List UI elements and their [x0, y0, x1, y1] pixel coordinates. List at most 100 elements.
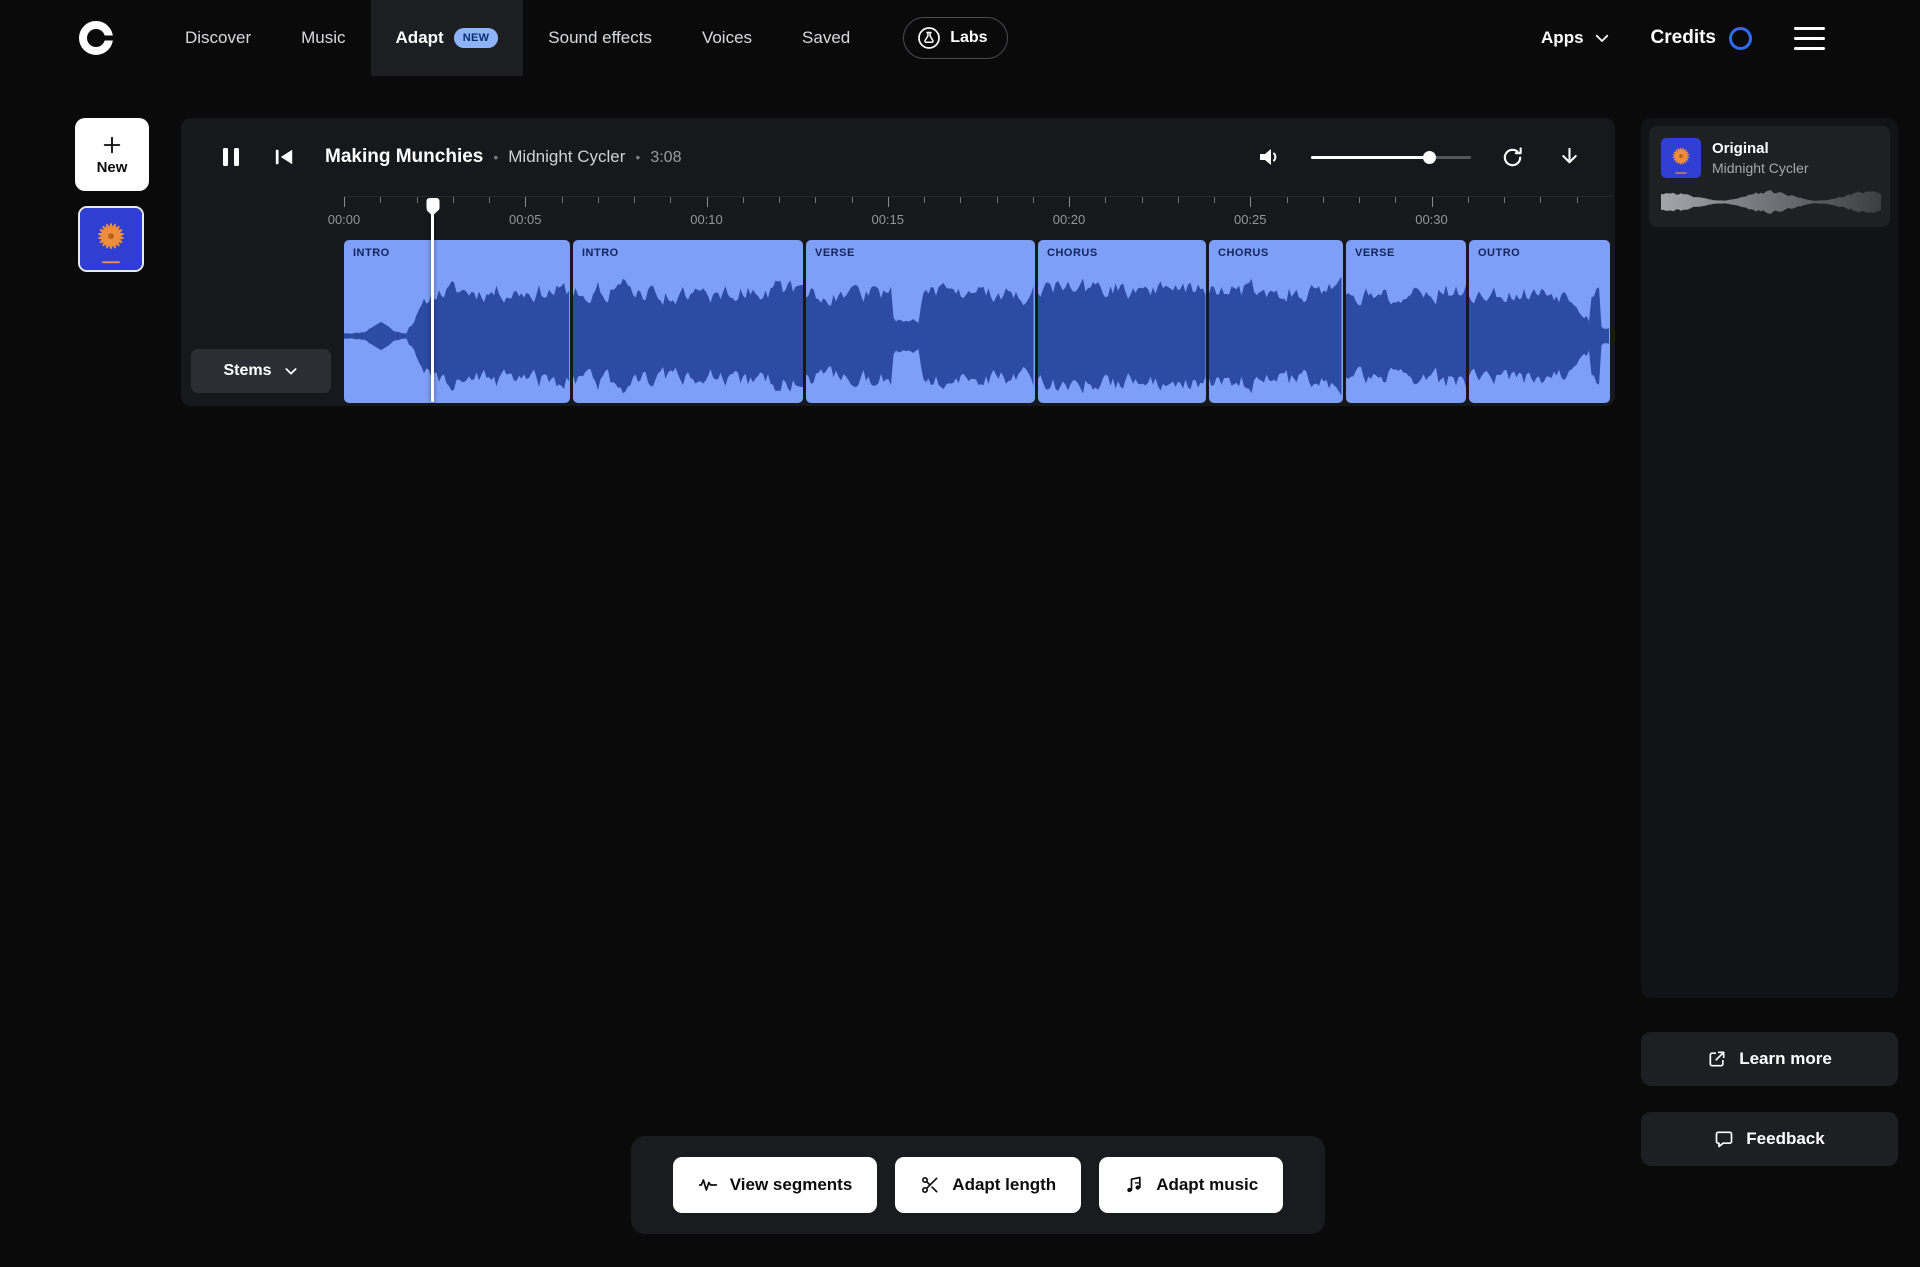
original-version-card[interactable]: Original Midnight Cycler — [1649, 126, 1890, 227]
segment-label: CHORUS — [1218, 247, 1269, 259]
ruler-tick — [453, 197, 454, 203]
timeline-ruler[interactable]: 00:0000:0500:1000:1500:2000:2500:30 — [344, 196, 1612, 240]
music-note-settings-icon — [1124, 1175, 1144, 1195]
volume-knob[interactable] — [1423, 151, 1436, 164]
track-title: Making Munchies — [325, 146, 483, 168]
nav-label: Saved — [802, 28, 850, 48]
adapt-music-label: Adapt music — [1156, 1175, 1258, 1195]
apps-button[interactable]: Apps — [1541, 28, 1611, 48]
nav-item-sound-effects[interactable]: Sound effects — [523, 0, 677, 76]
ruler-tick — [1504, 197, 1505, 203]
nav-item-saved[interactable]: Saved — [777, 0, 875, 76]
ruler-tick — [743, 197, 744, 203]
loop-icon — [1501, 146, 1524, 169]
volume-button[interactable] — [1253, 142, 1285, 172]
new-badge: NEW — [454, 28, 499, 48]
adapt-music-button[interactable]: Adapt music — [1099, 1157, 1283, 1213]
flask-icon — [917, 26, 941, 50]
segment-chorus[interactable]: CHORUS — [1209, 240, 1343, 403]
segment-chorus[interactable]: CHORUS — [1038, 240, 1206, 403]
learn-more-button[interactable]: Learn more — [1641, 1032, 1898, 1086]
skip-to-start-button[interactable] — [269, 143, 299, 171]
ruler-tick — [1178, 197, 1179, 203]
ruler-tick — [1395, 197, 1396, 203]
ruler-tick — [1142, 197, 1143, 203]
nav-item-adapt[interactable]: Adapt NEW — [371, 0, 524, 76]
ruler-tick — [1287, 197, 1288, 203]
ruler-tick — [779, 197, 780, 203]
project-thumbnail[interactable] — [78, 206, 144, 272]
segment-waveform — [573, 271, 803, 401]
now-playing: Making Munchies • Midnight Cycler • 3:08 — [325, 146, 681, 168]
new-project-button[interactable]: New — [75, 118, 149, 191]
ruler-tick — [1540, 197, 1541, 203]
credits-button[interactable]: Credits — [1651, 27, 1752, 50]
ruler-tick — [815, 197, 816, 203]
pause-icon — [221, 146, 241, 168]
download-icon — [1558, 146, 1581, 169]
nav-label: Discover — [185, 28, 251, 48]
ruler-tick-label: 00:20 — [1053, 212, 1086, 227]
adapt-length-button[interactable]: Adapt length — [895, 1157, 1081, 1213]
segment-waveform — [1469, 271, 1610, 401]
nav-label: Voices — [702, 28, 752, 48]
album-art — [80, 208, 142, 270]
chevron-down-icon — [1593, 29, 1611, 47]
segment-label: OUTRO — [1478, 247, 1520, 259]
labs-label: Labs — [950, 29, 987, 47]
nav-item-music[interactable]: Music — [276, 0, 370, 76]
ruler-tick — [489, 197, 490, 203]
credits-label: Credits — [1651, 27, 1716, 49]
stems-dropdown[interactable]: Stems — [191, 349, 331, 393]
waveform-segments: INTROINTROVERSECHORUSCHORUSVERSEOUTRO — [344, 240, 1610, 403]
ruler-tick — [960, 197, 961, 203]
new-label: New — [97, 159, 128, 176]
nav-label: Music — [301, 28, 345, 48]
original-thumbnail — [1661, 138, 1701, 178]
app-logo[interactable] — [78, 0, 114, 76]
track-subtitle: Midnight Cycler — [508, 147, 625, 167]
separator-dot: • — [635, 149, 640, 165]
nav-item-voices[interactable]: Voices — [677, 0, 777, 76]
segment-label: INTRO — [353, 247, 390, 259]
versions-panel: Original Midnight Cycler — [1641, 118, 1898, 998]
menu-button[interactable] — [1792, 21, 1827, 56]
feedback-button[interactable]: Feedback — [1641, 1112, 1898, 1166]
ruler-tick — [562, 197, 563, 203]
skip-back-icon — [273, 147, 295, 167]
nav-right-cluster: Apps Credits — [1541, 0, 1827, 76]
view-segments-label: View segments — [730, 1175, 853, 1195]
loop-button[interactable] — [1497, 142, 1528, 173]
ruler-tick — [670, 197, 671, 203]
ruler-tick — [525, 197, 526, 207]
volume-slider[interactable] — [1311, 156, 1471, 159]
scissors-icon — [920, 1175, 940, 1195]
nav-item-discover[interactable]: Discover — [160, 0, 276, 76]
nav-label: Sound effects — [548, 28, 652, 48]
view-segments-button[interactable]: View segments — [673, 1157, 878, 1213]
playhead[interactable] — [431, 198, 434, 402]
credits-ring-icon — [1729, 27, 1752, 50]
volume-icon — [1257, 146, 1281, 168]
logo-icon — [78, 20, 114, 56]
original-mini-waveform — [1661, 189, 1882, 215]
playhead-pin[interactable] — [426, 198, 439, 211]
ruler-tick — [634, 197, 635, 203]
segment-verse[interactable]: VERSE — [1346, 240, 1466, 403]
adapt-action-bar: View segments Adapt length Adapt music — [631, 1136, 1325, 1234]
download-button[interactable] — [1554, 142, 1585, 173]
segment-intro[interactable]: INTRO — [344, 240, 570, 403]
segment-outro[interactable]: OUTRO — [1469, 240, 1610, 403]
segment-intro[interactable]: INTRO — [573, 240, 803, 403]
segment-verse[interactable]: VERSE — [806, 240, 1035, 403]
segment-label: CHORUS — [1047, 247, 1098, 259]
nav-label: Adapt — [396, 28, 444, 48]
top-nav: Discover Music Adapt NEW Sound effects V… — [0, 0, 1920, 76]
feedback-label: Feedback — [1746, 1129, 1824, 1149]
player-controls: Making Munchies • Midnight Cycler • 3:08 — [181, 118, 1615, 196]
ruler-tick — [1105, 197, 1106, 203]
pause-button[interactable] — [217, 142, 245, 172]
track-duration: 3:08 — [650, 149, 681, 167]
original-subtitle: Midnight Cycler — [1712, 160, 1808, 176]
labs-button[interactable]: Labs — [903, 17, 1007, 59]
